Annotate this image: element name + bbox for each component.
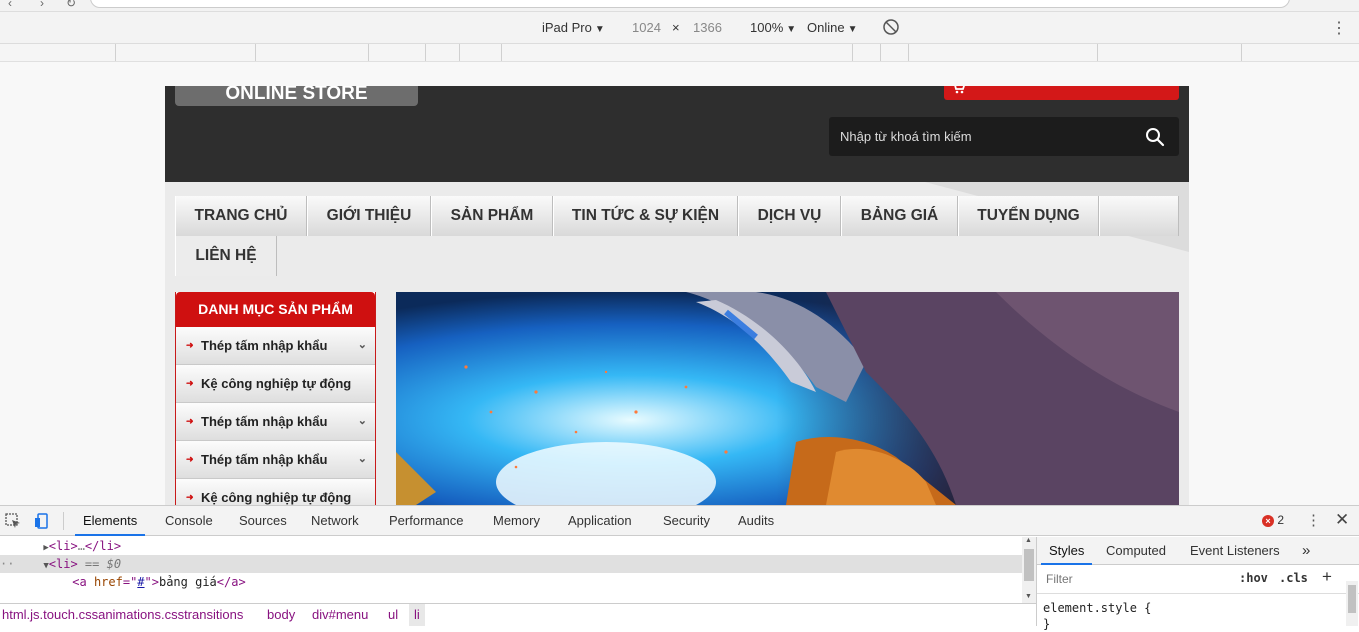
arrow-right-icon: ➜: [186, 454, 194, 464]
devtools-panel: Elements Console Sources Network Perform…: [0, 505, 1359, 631]
devtools-tabbar: Elements Console Sources Network Perform…: [0, 506, 1359, 536]
new-rule-icon[interactable]: +: [1322, 567, 1332, 587]
scroll-down-icon[interactable]: ▼: [1025, 593, 1032, 600]
nav-item-tin-tuc-su-kien[interactable]: TIN TỨC & SỰ KIỆN: [553, 196, 738, 236]
tab-elements[interactable]: Elements: [75, 506, 146, 536]
devtools-menu-icon[interactable]: ⋮: [1306, 511, 1321, 529]
class-toggle[interactable]: .cls: [1279, 571, 1308, 585]
arrow-right-icon: ➜: [186, 492, 194, 502]
inspect-element-icon[interactable]: [5, 513, 21, 529]
caret-down-icon: ▼: [594, 24, 605, 35]
tab-audits[interactable]: Audits: [738, 506, 774, 536]
breadcrumb-ul[interactable]: ul: [388, 604, 398, 626]
chevron-down-icon[interactable]: ⌄: [358, 441, 367, 478]
more-tabs-icon[interactable]: »: [1302, 537, 1310, 565]
breadcrumb-li[interactable]: li: [409, 604, 425, 626]
cart-icon: [954, 86, 965, 94]
address-bar[interactable]: [90, 0, 1290, 8]
forward-icon[interactable]: ›: [40, 0, 44, 10]
tab-styles[interactable]: Styles: [1041, 537, 1093, 565]
element-style-rule[interactable]: element.style { }: [1043, 600, 1151, 632]
category-item[interactable]: ➜ Kệ công nghiệp tự động: [176, 365, 375, 403]
reload-icon[interactable]: ↻: [66, 0, 76, 10]
arrow-right-icon: ➜: [186, 378, 194, 388]
tab-network[interactable]: Network: [311, 506, 359, 536]
device-select[interactable]: iPad Pro ▼: [542, 20, 605, 35]
tab-event-listeners[interactable]: Event Listeners: [1190, 537, 1280, 565]
search-input[interactable]: [829, 117, 1129, 156]
hero-banner-image[interactable]: [396, 292, 1179, 505]
dom-node-selected[interactable]: ·· ▼<li> == $0: [0, 555, 1022, 573]
nav-item-dich-vu[interactable]: DỊCH VỤ: [738, 196, 841, 236]
device-toggle-icon[interactable]: [34, 513, 50, 529]
more-options-icon[interactable]: ⋮: [1331, 18, 1347, 38]
error-icon: ×: [1262, 515, 1274, 527]
category-item[interactable]: ➜ Thép tấm nhập khẩu ⌄: [176, 403, 375, 441]
scroll-up-icon[interactable]: ▲: [1025, 537, 1032, 544]
nav-item-lien-he[interactable]: LIÊN HỆ: [175, 236, 277, 276]
browser-address-strip: ‹ › ↻: [0, 0, 1359, 12]
search-icon[interactable]: [1145, 127, 1165, 147]
tab-memory[interactable]: Memory: [493, 506, 540, 536]
tab-performance[interactable]: Performance: [389, 506, 463, 536]
nav-item-bang-gia[interactable]: BẢNG GIÁ: [841, 196, 958, 236]
caret-down-icon: ▼: [786, 24, 797, 35]
category-item[interactable]: ➜ Thép tấm nhập khẩu ⌄: [176, 327, 375, 365]
tab-sources[interactable]: Sources: [239, 506, 287, 536]
chevron-down-icon[interactable]: ⌄: [358, 327, 367, 364]
times-sign: ×: [672, 20, 680, 35]
tab-application[interactable]: Application: [568, 506, 632, 536]
styles-tabbar: Styles Computed Event Listeners »: [1037, 537, 1359, 565]
elements-tree: ▶<li>…</li> ·· ▼<li> == $0 <a href="#">b…: [0, 537, 1036, 603]
device-toolbar: iPad Pro ▼ 1024 × 1366 100% ▼ Online ▼ ⋮: [0, 12, 1359, 44]
category-item[interactable]: ➜ Kệ công nghiệp tự động: [176, 479, 375, 505]
search-box: [829, 117, 1179, 156]
site-header: ONLINE STORE: [165, 86, 1189, 182]
device-width-field[interactable]: 1024: [632, 20, 661, 35]
breadcrumb-body[interactable]: body: [267, 604, 295, 626]
styles-pane: Styles Computed Event Listeners » :hov .…: [1036, 537, 1359, 631]
rotate-icon[interactable]: [882, 18, 900, 39]
website: ONLINE STORE TRANG CHỦ GIỚI THIỆU SẢN PH…: [165, 86, 1189, 505]
back-icon[interactable]: ‹: [8, 0, 12, 10]
dom-node-anchor[interactable]: <a href="#">bảng giá</a>: [0, 573, 1022, 591]
styles-filter-input[interactable]: [1041, 568, 1227, 590]
styles-scrollbar[interactable]: [1346, 581, 1358, 626]
tab-security[interactable]: Security: [663, 506, 710, 536]
error-counter[interactable]: × 2: [1262, 513, 1284, 527]
device-viewport: ONLINE STORE TRANG CHỦ GIỚI THIỆU SẢN PH…: [0, 62, 1359, 505]
zoom-select[interactable]: 100% ▼: [750, 20, 796, 35]
nav-item-filler: [1099, 196, 1179, 236]
close-devtools-icon[interactable]: ✕: [1335, 510, 1349, 530]
sidebar-title: DANH MỤC SẢN PHẨM: [176, 292, 375, 327]
media-query-ruler[interactable]: [0, 44, 1359, 62]
tab-computed[interactable]: Computed: [1106, 537, 1166, 565]
category-item[interactable]: ➜ Thép tấm nhập khẩu ⌄: [176, 441, 375, 479]
hover-state-toggle[interactable]: :hov: [1239, 571, 1268, 585]
site-logo[interactable]: ONLINE STORE: [175, 86, 418, 106]
device-height-field[interactable]: 1366: [693, 20, 722, 35]
nav-item-tuyen-dung[interactable]: TUYỂN DỤNG: [958, 196, 1099, 236]
dom-node-collapsed[interactable]: ▶<li>…</li>: [0, 537, 1022, 555]
breadcrumb-html[interactable]: html.js.touch.cssanimations.csstransitio…: [2, 604, 243, 626]
breadcrumb-div-menu[interactable]: div#menu: [312, 604, 368, 626]
elements-scrollbar[interactable]: ▲ ▼: [1022, 537, 1036, 603]
arrow-right-icon: ➜: [186, 340, 194, 350]
welder-photo: [396, 292, 1179, 505]
network-throttle-select[interactable]: Online ▼: [807, 20, 857, 35]
caret-down-icon: ▼: [847, 24, 858, 35]
tab-console[interactable]: Console: [165, 506, 213, 536]
chevron-down-icon[interactable]: ⌄: [358, 403, 367, 440]
dom-breadcrumb: html.js.touch.cssanimations.csstransitio…: [0, 603, 1036, 626]
cart-button[interactable]: [944, 86, 1179, 100]
nav-item-san-pham[interactable]: SẢN PHẨM: [431, 196, 553, 236]
arrow-right-icon: ➜: [186, 416, 194, 426]
styles-filter-bar: :hov .cls +: [1037, 565, 1359, 594]
main-navigation: TRANG CHỦ GIỚI THIỆU SẢN PHẨM TIN TỨC & …: [175, 196, 1179, 276]
nav-item-gioi-thieu[interactable]: GIỚI THIỆU: [307, 196, 431, 236]
product-category-sidebar: DANH MỤC SẢN PHẨM ➜ Thép tấm nhập khẩu ⌄ ➜…: [175, 292, 376, 505]
nav-item-trang-chu[interactable]: TRANG CHỦ: [175, 196, 307, 236]
